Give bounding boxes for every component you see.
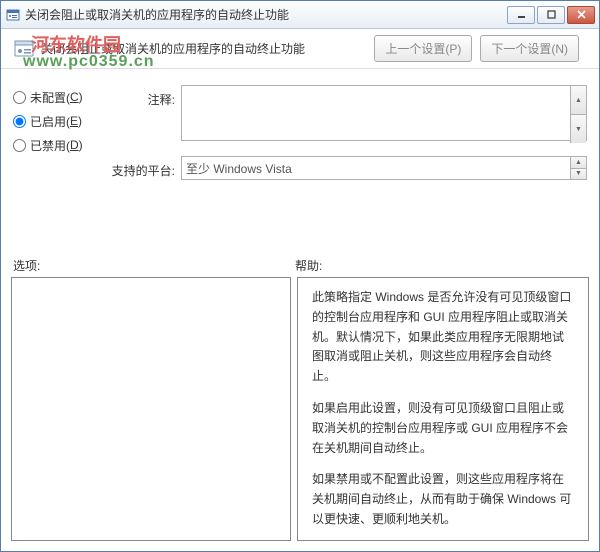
minimize-button[interactable] — [507, 6, 535, 24]
help-text: 此策略指定 Windows 是否允许没有可见顶级窗口的控制台应用程序和 GUI … — [312, 288, 574, 530]
radio-not-configured-input[interactable] — [13, 91, 26, 104]
help-label: 帮助: — [295, 257, 322, 274]
help-p3: 如果禁用或不配置此设置，则这些应用程序将在关机期间自动终止，从而有助于确保 Wi… — [312, 470, 574, 529]
comment-scroll-down[interactable]: ▼ — [570, 114, 586, 143]
header-row: 关闭会阻止或取消关机的应用程序的自动终止功能 上一个设置(P) 下一个设置(N) — [1, 29, 599, 69]
platform-scroll: ▲ ▼ — [570, 157, 586, 179]
help-p2: 如果启用此设置，则没有可见顶级窗口且阻止或取消关机的控制台应用程序或 GUI 应… — [312, 399, 574, 458]
titlebar[interactable]: 关闭会阻止或取消关机的应用程序的自动终止功能 — [1, 1, 599, 29]
next-setting-button[interactable]: 下一个设置(N) — [480, 35, 579, 62]
radio-disabled[interactable]: 已禁用(D) — [13, 133, 103, 157]
radio-enabled-input[interactable] — [13, 115, 26, 128]
platform-scroll-down[interactable]: ▼ — [570, 168, 586, 180]
comment-scroll-up[interactable]: ▲ — [570, 86, 586, 114]
comment-row: 注释: ▲ ▼ — [111, 85, 587, 144]
maximize-button[interactable] — [537, 6, 565, 24]
policy-title: 关闭会阻止或取消关机的应用程序的自动终止功能 — [41, 40, 374, 57]
app-icon — [5, 7, 21, 23]
state-radio-group: 未配置(C) 已启用(E) 已禁用(D) — [13, 85, 103, 157]
platform-row: 支持的平台: 至少 Windows Vista ▲ ▼ — [111, 156, 587, 180]
nav-buttons: 上一个设置(P) 下一个设置(N) — [374, 35, 579, 62]
panels: 此策略指定 Windows 是否允许没有可见顶级窗口的控制台应用程序和 GUI … — [11, 277, 589, 541]
platform-label: 支持的平台: — [111, 156, 181, 180]
platform-value: 至少 Windows Vista — [181, 156, 587, 180]
column-labels: 选项: 帮助: — [13, 257, 587, 274]
radio-disabled-input[interactable] — [13, 139, 26, 152]
form-section: 注释: ▲ ▼ 支持的平台: 至少 Windows Vista ▲ ▼ — [111, 85, 587, 192]
window-buttons — [507, 6, 595, 24]
comment-input[interactable] — [181, 85, 587, 141]
platform-scroll-up[interactable]: ▲ — [570, 157, 586, 168]
window-title: 关闭会阻止或取消关机的应用程序的自动终止功能 — [25, 6, 507, 23]
dialog-window: 关闭会阻止或取消关机的应用程序的自动终止功能 河东软件园 www.pc0359.… — [0, 0, 600, 552]
policy-icon — [13, 38, 35, 60]
help-panel[interactable]: 此策略指定 Windows 是否允许没有可见顶级窗口的控制台应用程序和 GUI … — [297, 277, 589, 541]
comment-scroll: ▲ ▼ — [570, 86, 586, 143]
content-area: 关闭会阻止或取消关机的应用程序的自动终止功能 上一个设置(P) 下一个设置(N)… — [1, 29, 599, 551]
prev-setting-button[interactable]: 上一个设置(P) — [374, 35, 472, 62]
radio-enabled[interactable]: 已启用(E) — [13, 109, 103, 133]
close-button[interactable] — [567, 6, 595, 24]
options-label: 选项: — [13, 257, 295, 274]
comment-label: 注释: — [111, 85, 181, 144]
radio-not-configured[interactable]: 未配置(C) — [13, 85, 103, 109]
help-p1: 此策略指定 Windows 是否允许没有可见顶级窗口的控制台应用程序和 GUI … — [312, 288, 574, 387]
options-panel[interactable] — [11, 277, 291, 541]
